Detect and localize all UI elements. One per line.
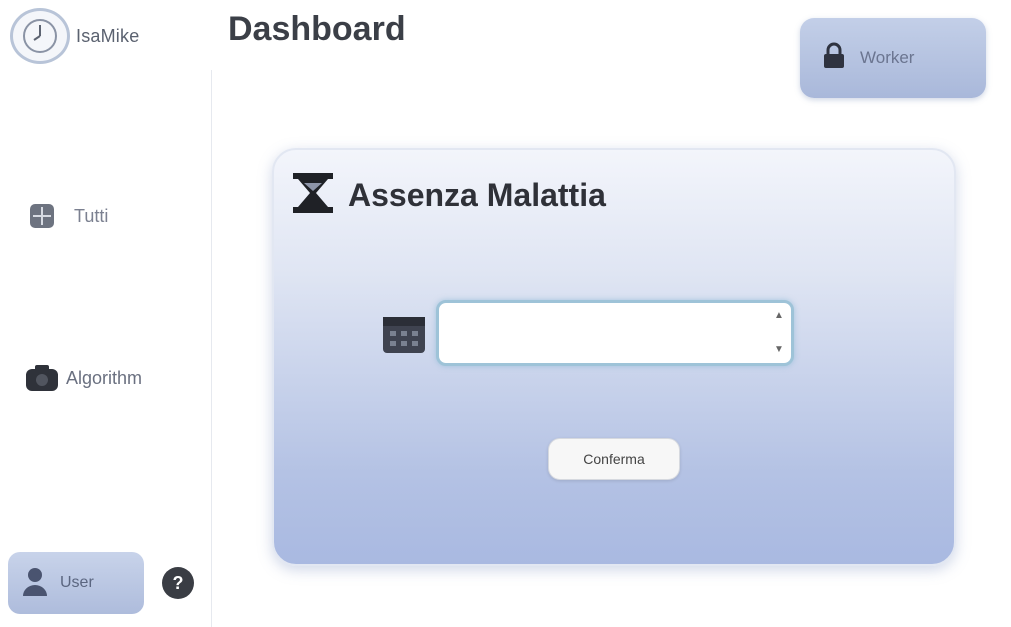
page-title: Dashboard (228, 10, 406, 48)
grid-icon (22, 196, 62, 236)
brand-name: IsaMike (76, 25, 140, 46)
card-title: Assenza Malattia (348, 177, 606, 213)
clock-logo-icon (10, 8, 70, 64)
camera-icon (22, 358, 62, 398)
lock-icon (822, 42, 846, 75)
chevron-down-icon[interactable]: ▼ (774, 345, 784, 355)
worker-button-label: Worker (860, 48, 915, 67)
confirm-button[interactable]: Conferma (548, 438, 680, 480)
user-icon (22, 566, 48, 601)
sidebar-item-label: Algorithm (66, 367, 143, 388)
chevron-up-icon[interactable]: ▲ (774, 311, 784, 321)
sidebar-item-tutti[interactable]: Tutti (22, 196, 108, 236)
help-button[interactable]: ? (162, 567, 194, 599)
sidebar-item-label: Tutti (74, 205, 109, 226)
date-input[interactable] (439, 303, 759, 361)
brand[interactable]: IsaMike (10, 8, 139, 64)
sidebar-footer: User ? (8, 552, 194, 614)
calendar-icon[interactable] (378, 307, 430, 359)
user-label: User (60, 574, 94, 591)
date-spinner[interactable]: ▲ ▼ (771, 311, 787, 355)
worker-button[interactable]: Worker (800, 18, 986, 98)
sick-leave-card: Assenza Malattia ▲ ▼ Conferma (272, 148, 956, 566)
card-header: Assenza Malattia (290, 170, 606, 221)
date-input-wrapper: ▲ ▼ (436, 300, 794, 366)
sidebar-item-algorithm[interactable]: Algorithm (22, 358, 142, 398)
app-root: IsaMike Dashboard Worker Tutti Algorithm… (0, 0, 1011, 627)
user-button[interactable]: User (8, 552, 144, 614)
hourglass-icon (290, 170, 336, 221)
sidebar: Tutti Algorithm User ? (0, 70, 212, 627)
date-row: ▲ ▼ (378, 300, 794, 366)
